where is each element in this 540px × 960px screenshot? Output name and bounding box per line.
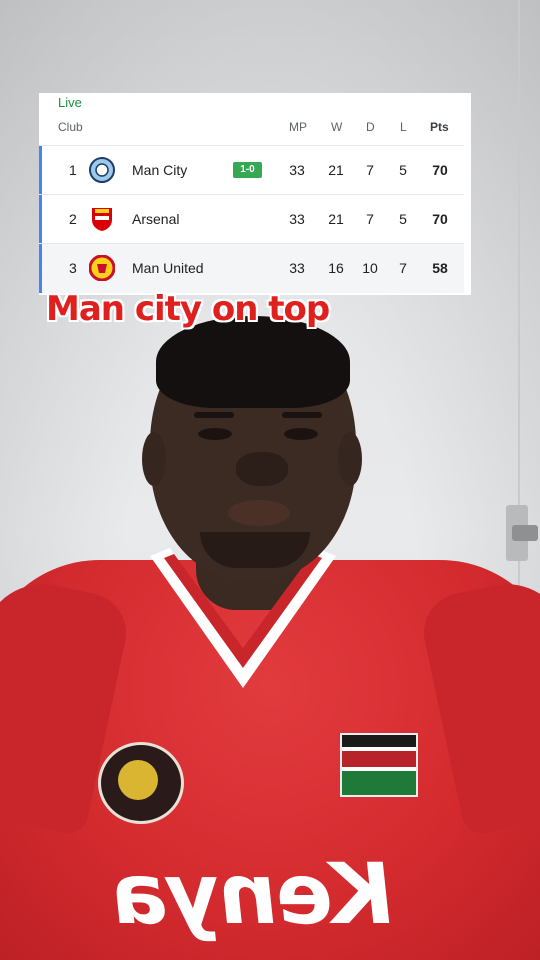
losses: 5 xyxy=(399,211,407,227)
man-city-crest-icon xyxy=(89,157,115,183)
draws: 10 xyxy=(362,260,378,276)
row-accent-bar xyxy=(39,146,42,195)
column-header-w: W xyxy=(331,120,343,134)
eye-left xyxy=(198,428,232,440)
column-header-l: L xyxy=(400,120,407,134)
matches-played: 33 xyxy=(289,211,305,227)
wins: 21 xyxy=(328,162,344,178)
row-accent-bar xyxy=(39,244,42,293)
hair xyxy=(156,316,350,408)
column-header-club: Club xyxy=(58,120,83,134)
losses: 5 xyxy=(399,162,407,178)
row-accent-bar xyxy=(39,195,42,244)
ear-left xyxy=(142,432,166,486)
ear-right xyxy=(338,432,362,486)
wins: 16 xyxy=(328,260,344,276)
row-position: 2 xyxy=(69,211,77,227)
crest-ball-icon xyxy=(118,760,158,800)
points: 58 xyxy=(432,260,448,276)
video-caption: Man city on top xyxy=(46,289,330,329)
live-score-badge[interactable]: 1-0 xyxy=(233,162,262,178)
row-position: 1 xyxy=(69,162,77,178)
live-status: Live xyxy=(58,95,82,110)
standings-table: Live Club MP W D L Pts 1 Man City 1-0 33… xyxy=(39,93,471,295)
points: 70 xyxy=(432,162,448,178)
kenya-flag-icon xyxy=(340,733,418,797)
table-row[interactable]: 1 Man City 1-0 33 21 7 5 70 xyxy=(39,145,464,195)
mouth xyxy=(228,500,290,526)
column-header-mp: MP xyxy=(289,120,307,134)
table-row[interactable]: 2 Arsenal 33 21 7 5 70 xyxy=(39,194,464,244)
wins: 21 xyxy=(328,211,344,227)
jersey-kenya-text: Kenya xyxy=(106,845,399,943)
nose xyxy=(236,452,288,486)
eye-right xyxy=(284,428,318,440)
column-header-d: D xyxy=(366,120,375,134)
club-name[interactable]: Man United xyxy=(132,260,204,276)
matches-played: 33 xyxy=(289,162,305,178)
man-united-crest-icon xyxy=(89,255,115,281)
door-knob xyxy=(512,525,538,541)
eyebrow-right xyxy=(282,412,322,418)
eyebrow-left xyxy=(194,412,234,418)
draws: 7 xyxy=(366,162,374,178)
column-header-pts: Pts xyxy=(430,120,449,134)
losses: 7 xyxy=(399,260,407,276)
points: 70 xyxy=(432,211,448,227)
club-name[interactable]: Arsenal xyxy=(132,211,179,227)
club-name[interactable]: Man City xyxy=(132,162,187,178)
row-position: 3 xyxy=(69,260,77,276)
draws: 7 xyxy=(366,211,374,227)
table-row[interactable]: 3 Man United 33 16 10 7 58 xyxy=(39,243,464,293)
arsenal-crest-icon xyxy=(92,208,112,231)
matches-played: 33 xyxy=(289,260,305,276)
